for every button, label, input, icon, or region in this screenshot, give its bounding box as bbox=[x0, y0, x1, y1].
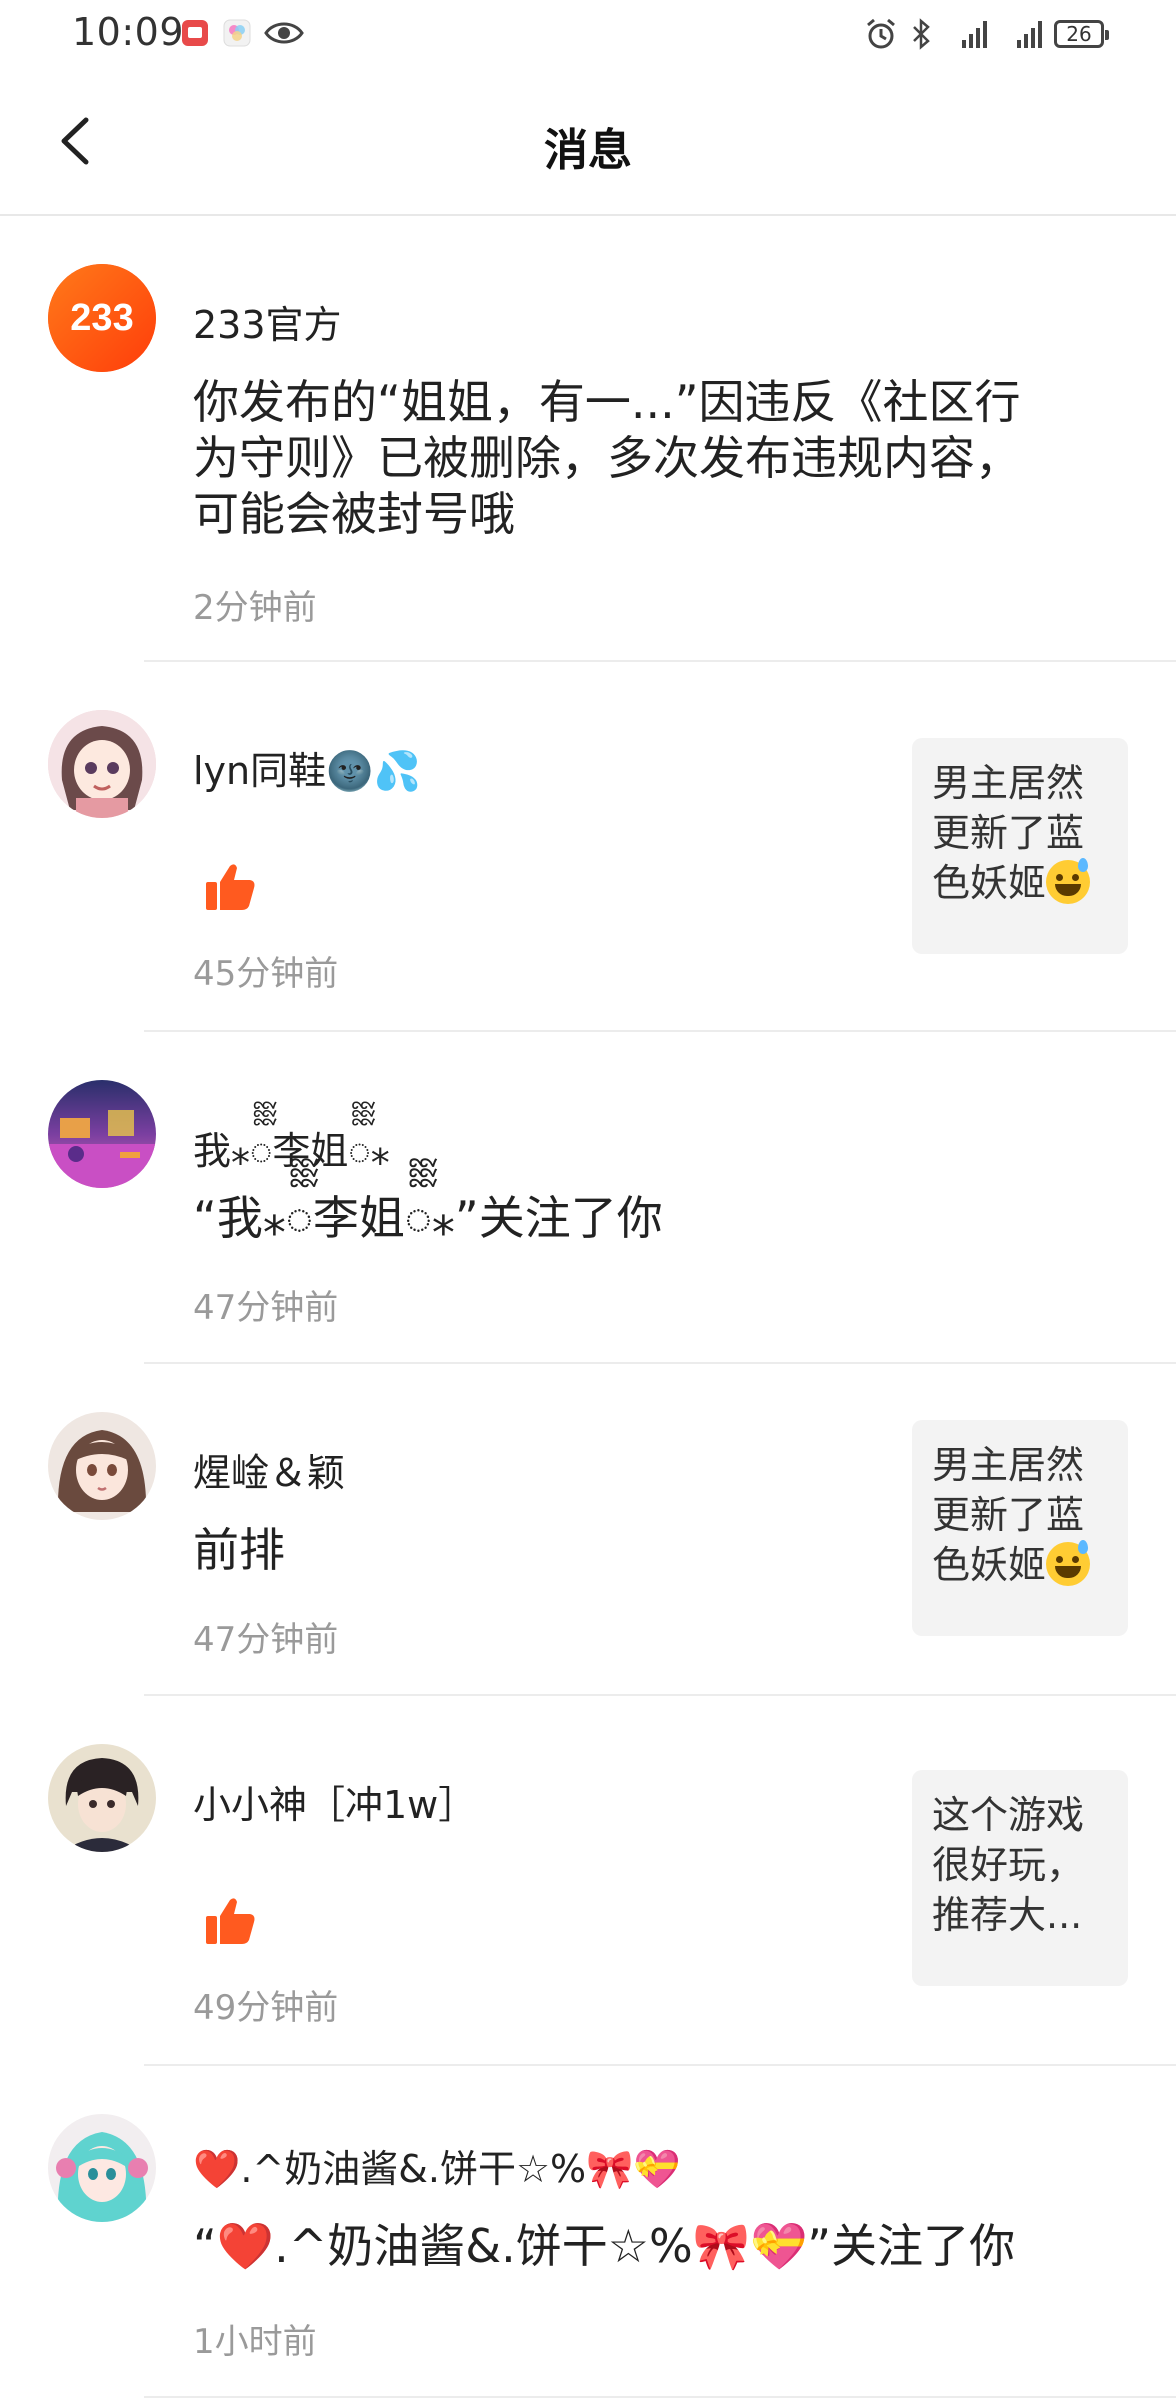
status-time: 10:09 bbox=[72, 10, 185, 54]
gallery-app-icon bbox=[223, 19, 251, 47]
message-item[interactable]: lyn同鞋🌚💦 45分钟前 男主居然更新了蓝色妖姬 bbox=[0, 662, 1176, 1032]
message-time: 49分钟前 bbox=[193, 1988, 339, 2028]
message-item[interactable]: 煋崯＆颖 前排 47分钟前 男主居然更新了蓝色妖姬 bbox=[0, 1364, 1176, 1696]
eye-icon bbox=[264, 22, 304, 44]
avatar[interactable] bbox=[48, 710, 156, 818]
signal-5g-icon bbox=[962, 20, 987, 48]
thumbs-up-icon bbox=[206, 864, 255, 910]
avatar[interactable] bbox=[48, 2114, 156, 2222]
message-content: “❤️.^奶油酱&.饼干☆%🎀💝”关注了你 bbox=[193, 2219, 1016, 2273]
notification-app-icon bbox=[182, 20, 208, 46]
message-item[interactable]: 233 233官方 你发布的“姐姐，有一...”因违反《社区行为守则》已被删除，… bbox=[0, 214, 1176, 662]
quoted-post-text: 这个游戏很好玩，推荐大... bbox=[932, 1793, 1085, 1937]
message-content: “我⁎ᢆ李姐ᢆ⁎”关注了你 bbox=[193, 1191, 663, 1245]
divider bbox=[144, 2396, 1176, 2398]
quoted-post-preview[interactable]: 男主居然更新了蓝色妖姬 bbox=[912, 738, 1128, 954]
message-time: 47分钟前 bbox=[193, 1620, 339, 1660]
message-content: 你发布的“姐姐，有一...”因违反《社区行为守则》已被删除，多次发布违规内容，可… bbox=[193, 375, 1021, 541]
status-bar: 10:09 26 bbox=[0, 0, 1176, 70]
sender-name[interactable]: ❤️.^奶油酱&.饼干☆%🎀💝 bbox=[193, 2138, 681, 2193]
message-time: 47分钟前 bbox=[193, 1288, 339, 1328]
avatar[interactable]: 233 bbox=[48, 264, 156, 372]
status-indicators: 26 bbox=[864, 14, 1109, 54]
sweat-smile-emoji-icon bbox=[1046, 858, 1091, 904]
sweat-smile-emoji-icon bbox=[1046, 1540, 1091, 1586]
message-time: 2分钟前 bbox=[193, 588, 317, 628]
message-item[interactable]: ❤️.^奶油酱&.饼干☆%🎀💝 “❤️.^奶油酱&.饼干☆%🎀💝”关注了你 1小… bbox=[0, 2066, 1176, 2400]
sender-name[interactable]: 小小神［冲1w］ bbox=[193, 1774, 476, 1829]
quoted-post-preview[interactable]: 男主居然更新了蓝色妖姬 bbox=[912, 1420, 1128, 1636]
message-item[interactable]: 小小神［冲1w］ 49分钟前 这个游戏很好玩，推荐大... bbox=[0, 1696, 1176, 2066]
message-time: 45分钟前 bbox=[193, 954, 339, 994]
message-time: 1小时前 bbox=[193, 2322, 317, 2362]
signal-4g-icon bbox=[1017, 20, 1042, 48]
avatar[interactable] bbox=[48, 1412, 156, 1520]
message-item[interactable]: 我⁎ᢆ李姐ᢆ⁎ “我⁎ᢆ李姐ᢆ⁎”关注了你 47分钟前 bbox=[0, 1032, 1176, 1364]
avatar[interactable] bbox=[48, 1744, 156, 1852]
sender-name[interactable]: 煋崯＆颖 bbox=[193, 1442, 345, 1497]
battery-indicator: 26 bbox=[1054, 20, 1109, 48]
page-title: 消息 bbox=[544, 125, 632, 176]
sender-name[interactable]: lyn同鞋🌚💦 bbox=[193, 740, 421, 795]
quoted-post-preview[interactable]: 这个游戏很好玩，推荐大... bbox=[912, 1770, 1128, 1986]
alarm-icon bbox=[867, 18, 895, 49]
avatar-logo-text: 233 bbox=[70, 297, 133, 339]
sender-name[interactable]: 我⁎ᢆ李姐ᢆ⁎ bbox=[193, 1110, 390, 1176]
avatar[interactable] bbox=[48, 1080, 156, 1188]
bluetooth-icon bbox=[913, 18, 930, 50]
sender-name[interactable]: 233官方 bbox=[193, 294, 342, 349]
thumbs-up-icon bbox=[206, 1898, 255, 1944]
title-bar: 消息 bbox=[0, 70, 1176, 216]
